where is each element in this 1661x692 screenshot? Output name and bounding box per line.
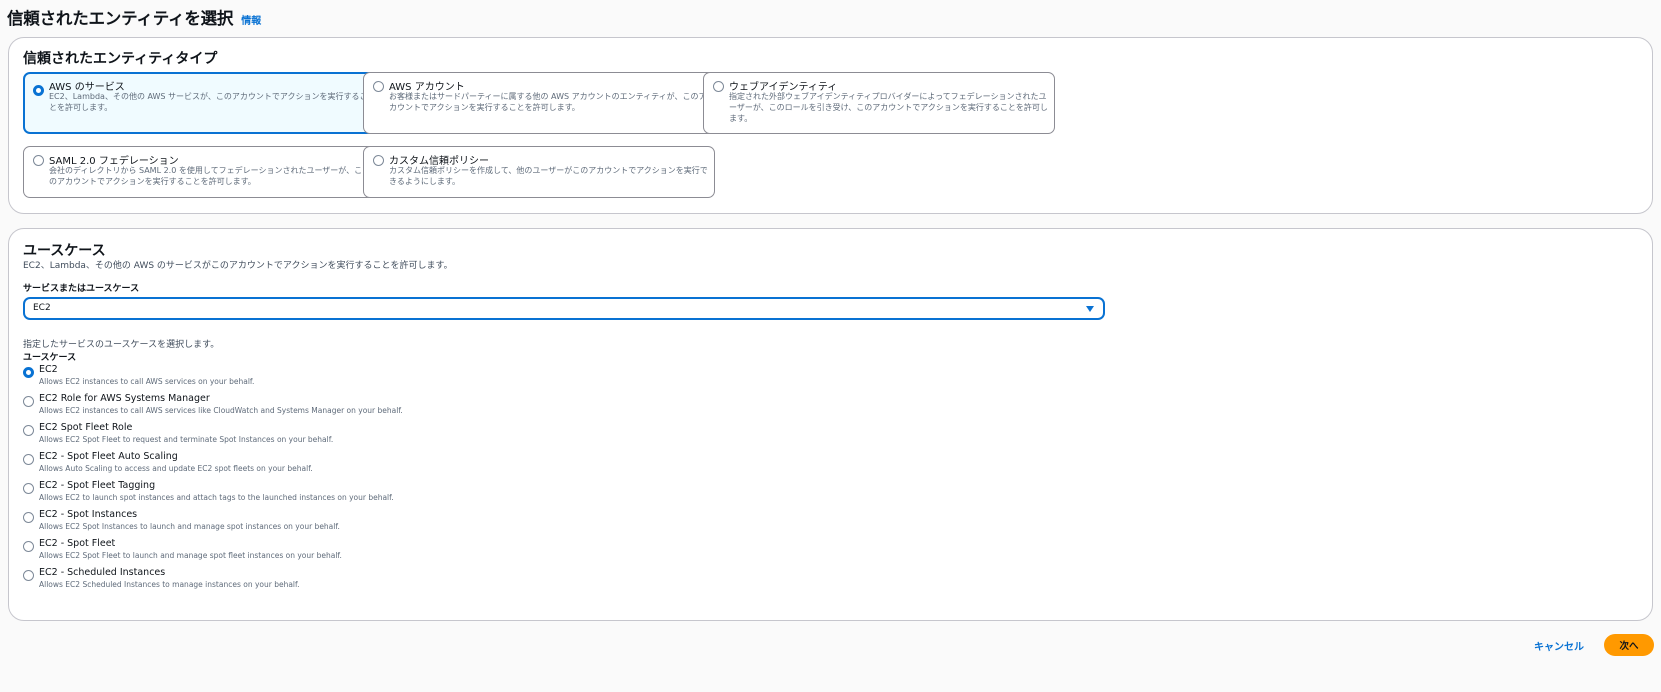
use-case-title: EC2 - Spot Fleet xyxy=(39,538,116,549)
use-case-option-ec2-ssm[interactable]: EC2 Role for AWS Systems Manager Allows … xyxy=(23,391,523,419)
service-select-value: EC2 xyxy=(33,303,51,313)
radio-custom-trust-policy[interactable] xyxy=(373,155,384,166)
radio-aws-service[interactable] xyxy=(33,85,44,96)
use-case-option-spot-fleet[interactable]: EC2 - Spot Fleet Allows EC2 Spot Fleet t… xyxy=(23,536,523,564)
use-case-title: EC2 Spot Fleet Role xyxy=(39,422,133,433)
cancel-button[interactable]: キャンセル xyxy=(1534,638,1584,653)
entity-tile-saml-federation[interactable]: SAML 2.0 フェデレーション 会社のディレクトリから SAML 2.0 を… xyxy=(23,146,375,198)
page-header: 信頼されたエンティティを選択 情報 xyxy=(7,5,261,29)
radio-spot-instances[interactable] xyxy=(23,512,34,523)
use-case-hint: 指定したサービスのユースケースを選択します。 xyxy=(23,340,220,350)
tile-description: カスタム信頼ポリシーを作成して、他のユーザーがこのアカウントでアクションを実行で… xyxy=(389,166,708,186)
radio-spot-fleet-auto-scaling[interactable] xyxy=(23,454,34,465)
use-case-title: EC2 - Spot Instances xyxy=(39,509,138,520)
use-case-option-spot-fleet-auto-scaling[interactable]: EC2 - Spot Fleet Auto Scaling Allows Aut… xyxy=(23,449,523,477)
use-case-option-description: Allows EC2 instances to call AWS service… xyxy=(39,406,403,415)
use-case-option-description: Allows EC2 Spot Fleet to request and ter… xyxy=(39,435,334,444)
entity-tile-web-identity[interactable]: ウェブアイデンティティ 指定された外部ウェブアイデンティティプロバイダーによって… xyxy=(703,72,1055,134)
service-select[interactable]: EC2 xyxy=(23,297,1105,320)
use-case-option-description: Allows EC2 Spot Instances to launch and … xyxy=(39,522,340,531)
radio-aws-account[interactable] xyxy=(373,81,384,92)
tile-description: 会社のディレクトリから SAML 2.0 を使用してフェデレーションされたユーザ… xyxy=(49,166,363,186)
section-title-entity-type: 信頼されたエンティティタイプ xyxy=(23,51,218,67)
entity-tile-aws-service[interactable]: AWS のサービス EC2、Lambda、その他の AWS サービスが、このアカ… xyxy=(23,72,375,134)
trusted-entity-type-panel: 信頼されたエンティティタイプ AWS のサービス EC2、Lambda、その他の… xyxy=(8,37,1653,214)
radio-saml-federation[interactable] xyxy=(33,155,44,166)
page: 信頼されたエンティティを選択 情報 信頼されたエンティティタイプ AWS のサー… xyxy=(0,0,1661,692)
use-case-option-description: Allows EC2 instances to call AWS service… xyxy=(39,377,255,386)
service-select-label: サービスまたはユースケース xyxy=(23,284,140,294)
radio-web-identity[interactable] xyxy=(713,81,724,92)
entity-tile-aws-account[interactable]: AWS アカウント お客様またはサードパーティーに属する他の AWS アカウント… xyxy=(363,72,715,134)
use-case-option-description: Allows EC2 to launch spot instances and … xyxy=(39,493,394,502)
use-case-option-spot-fleet-role[interactable]: EC2 Spot Fleet Role Allows EC2 Spot Flee… xyxy=(23,420,523,448)
use-case-title: EC2 xyxy=(39,364,58,375)
use-case-option-description: Allows EC2 Spot Fleet to launch and mana… xyxy=(39,551,342,560)
radio-spot-fleet-tagging[interactable] xyxy=(23,483,34,494)
use-case-panel: ユースケース EC2、Lambda、その他の AWS のサービスがこのアカウント… xyxy=(8,228,1653,621)
info-link[interactable]: 情報 xyxy=(241,12,261,27)
use-case-option-spot-instances[interactable]: EC2 - Spot Instances Allows EC2 Spot Ins… xyxy=(23,507,523,535)
radio-ec2-ssm[interactable] xyxy=(23,396,34,407)
use-case-title: EC2 - Spot Fleet Tagging xyxy=(39,480,156,491)
use-case-option-spot-fleet-tagging[interactable]: EC2 - Spot Fleet Tagging Allows EC2 to l… xyxy=(23,478,523,506)
next-button[interactable]: 次へ xyxy=(1604,634,1654,656)
page-title: 信頼されたエンティティを選択 xyxy=(7,9,234,28)
radio-spot-fleet-role[interactable] xyxy=(23,425,34,436)
use-case-title: EC2 - Spot Fleet Auto Scaling xyxy=(39,451,178,462)
use-case-option-description: Allows Auto Scaling to access and update… xyxy=(39,464,313,473)
use-case-option-ec2[interactable]: EC2 Allows EC2 instances to call AWS ser… xyxy=(23,362,523,390)
section-title-use-case: ユースケース xyxy=(23,243,106,259)
use-case-description: EC2、Lambda、その他の AWS のサービスがこのアカウントでアクションを… xyxy=(23,261,453,271)
tile-description: EC2、Lambda、その他の AWS サービスが、このアカウントでアクションを… xyxy=(49,92,368,112)
caret-down-icon xyxy=(1086,306,1094,312)
tile-description: 指定された外部ウェブアイデンティティプロバイダーによってフェデレーションされたユ… xyxy=(729,92,1048,123)
use-case-option-description: Allows EC2 Scheduled Instances to manage… xyxy=(39,580,300,589)
tile-description: お客様またはサードパーティーに属する他の AWS アカウントのエンティティが、こ… xyxy=(389,92,707,112)
radio-ec2[interactable] xyxy=(23,367,34,378)
radio-spot-fleet[interactable] xyxy=(23,541,34,552)
radio-scheduled-instances[interactable] xyxy=(23,570,34,581)
use-case-title: EC2 Role for AWS Systems Manager xyxy=(39,393,210,404)
use-case-option-scheduled-instances[interactable]: EC2 - Scheduled Instances Allows EC2 Sch… xyxy=(23,565,523,593)
use-case-title: EC2 - Scheduled Instances xyxy=(39,567,166,578)
entity-tile-custom-trust-policy[interactable]: カスタム信頼ポリシー カスタム信頼ポリシーを作成して、他のユーザーがこのアカウン… xyxy=(363,146,715,198)
